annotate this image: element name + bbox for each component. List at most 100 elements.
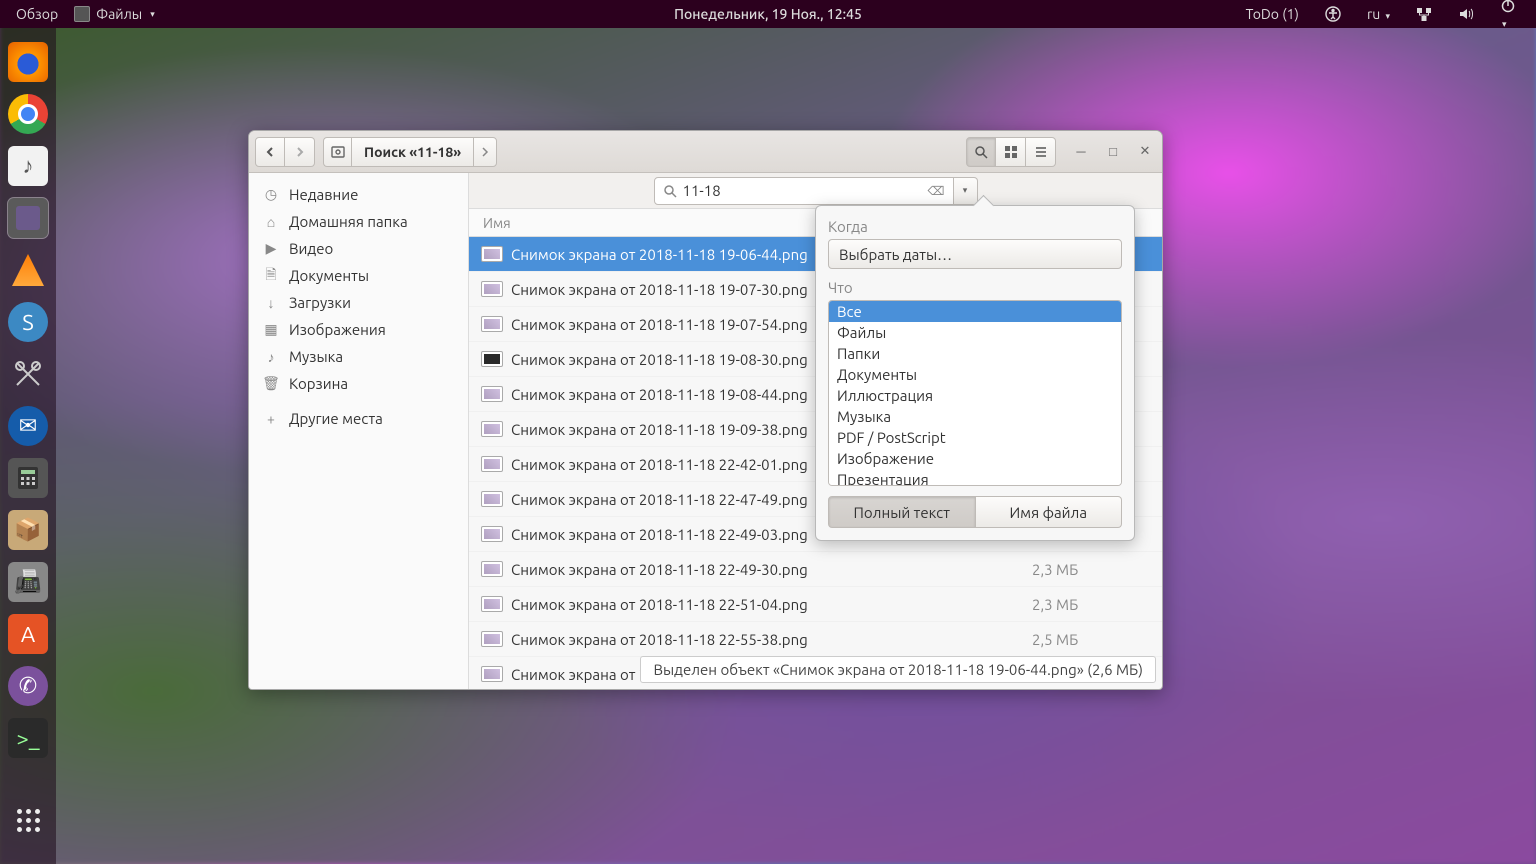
file-icon xyxy=(481,456,503,472)
sidebar: ◷ Недавние ⌂Домашняя папка ▶ Видео 🗎Документы… xyxy=(249,173,469,689)
select-dates-button[interactable]: Выбрать даты… xyxy=(828,239,1122,269)
file-name: Снимок экрана от 2018-11-18 22-49-30.png xyxy=(511,561,1032,578)
file-size: 2,5 МБ xyxy=(1032,631,1162,648)
clear-search-icon[interactable]: ⌫ xyxy=(928,184,945,198)
view-grid-button[interactable] xyxy=(996,137,1026,167)
sidebar-item-label: Недавние xyxy=(289,186,358,203)
path-bar: Поиск «11-18» xyxy=(323,137,497,167)
power-icon[interactable]: ▾ xyxy=(1494,0,1522,34)
close-button[interactable]: ✕ xyxy=(1134,141,1156,163)
nav-forward-button[interactable] xyxy=(285,137,315,167)
chevron-down-icon: ▾ xyxy=(150,9,155,20)
search-options-dropdown[interactable]: ▾ xyxy=(954,177,978,205)
file-icon xyxy=(481,666,503,682)
accessibility-icon[interactable] xyxy=(1319,2,1347,26)
sidebar-item-image[interactable]: ▦Изображения xyxy=(249,316,468,343)
dock-geary[interactable]: 📦 xyxy=(8,510,48,550)
dock-thunderbird[interactable]: ✉ xyxy=(8,406,48,446)
dock-chrome[interactable] xyxy=(8,94,48,134)
search-button[interactable] xyxy=(966,137,996,167)
hamburger-menu-button[interactable] xyxy=(1026,137,1056,167)
sidebar-item-clock[interactable]: ◷ Недавние xyxy=(249,181,468,208)
file-icon xyxy=(481,386,503,402)
file-icon xyxy=(481,281,503,297)
file-row[interactable]: Снимок экрана от 2018-11-18 22-51-04.png… xyxy=(469,587,1162,622)
dock-viber[interactable]: ✆ xyxy=(8,666,48,706)
file-icon xyxy=(481,246,503,262)
sidebar-item-video[interactable]: ▶ Видео xyxy=(249,235,468,262)
maximize-button[interactable]: □ xyxy=(1102,141,1124,163)
network-icon[interactable] xyxy=(1410,2,1438,26)
sidebar-item-music[interactable]: ♪Музыка xyxy=(249,343,468,370)
filename-toggle[interactable]: Имя файла xyxy=(976,496,1123,528)
dock-simplenote[interactable]: S xyxy=(8,302,48,342)
minimize-button[interactable]: ─ xyxy=(1070,141,1092,163)
sidebar-item-trash[interactable]: 🗑Корзина xyxy=(249,370,468,397)
file-name: Снимок экрана от 2018-11-18 22-51-04.png xyxy=(511,596,1032,613)
dock-terminal[interactable]: >_ xyxy=(8,718,48,758)
status-bar: Выделен объект «Снимок экрана от 2018-11… xyxy=(640,656,1156,683)
file-icon xyxy=(481,491,503,507)
type-filter-list[interactable]: ВсеФайлыПапкиДокументыИллюстрацияМузыкаP… xyxy=(828,300,1122,486)
app-menu[interactable]: Файлы ▾ xyxy=(68,2,161,26)
volume-icon[interactable] xyxy=(1452,2,1480,26)
file-size: 2,3 МБ xyxy=(1032,596,1162,613)
search-input-wrap: ⌫ xyxy=(654,177,954,205)
dock-rhythmbox[interactable]: ♪ xyxy=(8,146,48,186)
sidebar-item-plus[interactable]: +Другие места xyxy=(249,405,468,432)
type-filter-item[interactable]: Изображение xyxy=(829,448,1121,469)
activities-button[interactable]: Обзор xyxy=(10,2,64,26)
dock-calculator[interactable] xyxy=(8,458,48,498)
sidebar-item-label: Домашняя папка xyxy=(289,213,408,230)
sidebar-item-download[interactable]: ↓Загрузки xyxy=(249,289,468,316)
type-filter-item[interactable]: Папки xyxy=(829,343,1121,364)
search-mode-toggle: Полный текст Имя файла xyxy=(828,496,1122,528)
video-icon: ▶ xyxy=(263,241,279,257)
file-icon xyxy=(481,351,503,367)
clock-icon: ◷ xyxy=(263,187,279,203)
todo-indicator[interactable]: ToDo (1) xyxy=(1240,2,1305,26)
file-icon xyxy=(481,316,503,332)
search-filter-popover: Когда Выбрать даты… Что ВсеФайлыПапкиДок… xyxy=(815,205,1135,541)
dock-files[interactable] xyxy=(8,198,48,238)
type-filter-item[interactable]: Файлы xyxy=(829,322,1121,343)
dock-scanner[interactable]: 📠 xyxy=(8,562,48,602)
type-filter-item[interactable]: Презентация xyxy=(829,469,1121,486)
dock-software[interactable]: A xyxy=(8,614,48,654)
path-next-button[interactable] xyxy=(473,137,497,167)
search-icon xyxy=(663,184,677,198)
nav-back-button[interactable] xyxy=(255,137,285,167)
path-segment-search[interactable]: Поиск «11-18» xyxy=(351,137,473,167)
trash-icon: 🗑 xyxy=(263,376,279,392)
dock-vlc[interactable] xyxy=(8,250,48,290)
type-filter-item[interactable]: Иллюстрация xyxy=(829,385,1121,406)
sidebar-item-doc[interactable]: 🗎Документы xyxy=(249,262,468,289)
path-root-button[interactable] xyxy=(323,137,351,167)
fulltext-toggle[interactable]: Полный текст xyxy=(828,496,976,528)
type-filter-item[interactable]: Музыка xyxy=(829,406,1121,427)
clock[interactable]: Понедельник, 19 Ноя., 12:45 xyxy=(674,6,862,22)
file-row[interactable]: Снимок экрана от 2018-11-18 22-49-30.png… xyxy=(469,552,1162,587)
type-filter-item[interactable]: Все xyxy=(829,301,1121,322)
search-input[interactable] xyxy=(683,182,928,199)
file-icon xyxy=(481,631,503,647)
what-label: Что xyxy=(828,279,1122,296)
sidebar-item-home[interactable]: ⌂Домашняя папка xyxy=(249,208,468,235)
music-icon: ♪ xyxy=(263,349,279,365)
type-filter-item[interactable]: PDF / PostScript xyxy=(829,427,1121,448)
search-bar: ⌫ ▾ xyxy=(469,173,1162,209)
sidebar-item-label: Видео xyxy=(289,240,333,257)
dock-tools[interactable] xyxy=(8,354,48,394)
app-menu-label: Файлы xyxy=(96,6,142,22)
dock-show-apps[interactable] xyxy=(8,800,48,840)
sidebar-item-label: Другие места xyxy=(289,410,383,427)
sidebar-item-label: Изображения xyxy=(289,321,386,338)
dock: ♪ S ✉ 📦 📠 A ✆ >_ xyxy=(0,28,56,864)
file-icon xyxy=(481,561,503,577)
file-icon xyxy=(481,596,503,612)
file-icon xyxy=(481,526,503,542)
keyboard-layout[interactable]: ru ▾ xyxy=(1361,2,1396,26)
dock-firefox[interactable] xyxy=(8,42,48,82)
type-filter-item[interactable]: Документы xyxy=(829,364,1121,385)
file-row[interactable]: Снимок экрана от 2018-11-18 22-55-38.png… xyxy=(469,622,1162,657)
